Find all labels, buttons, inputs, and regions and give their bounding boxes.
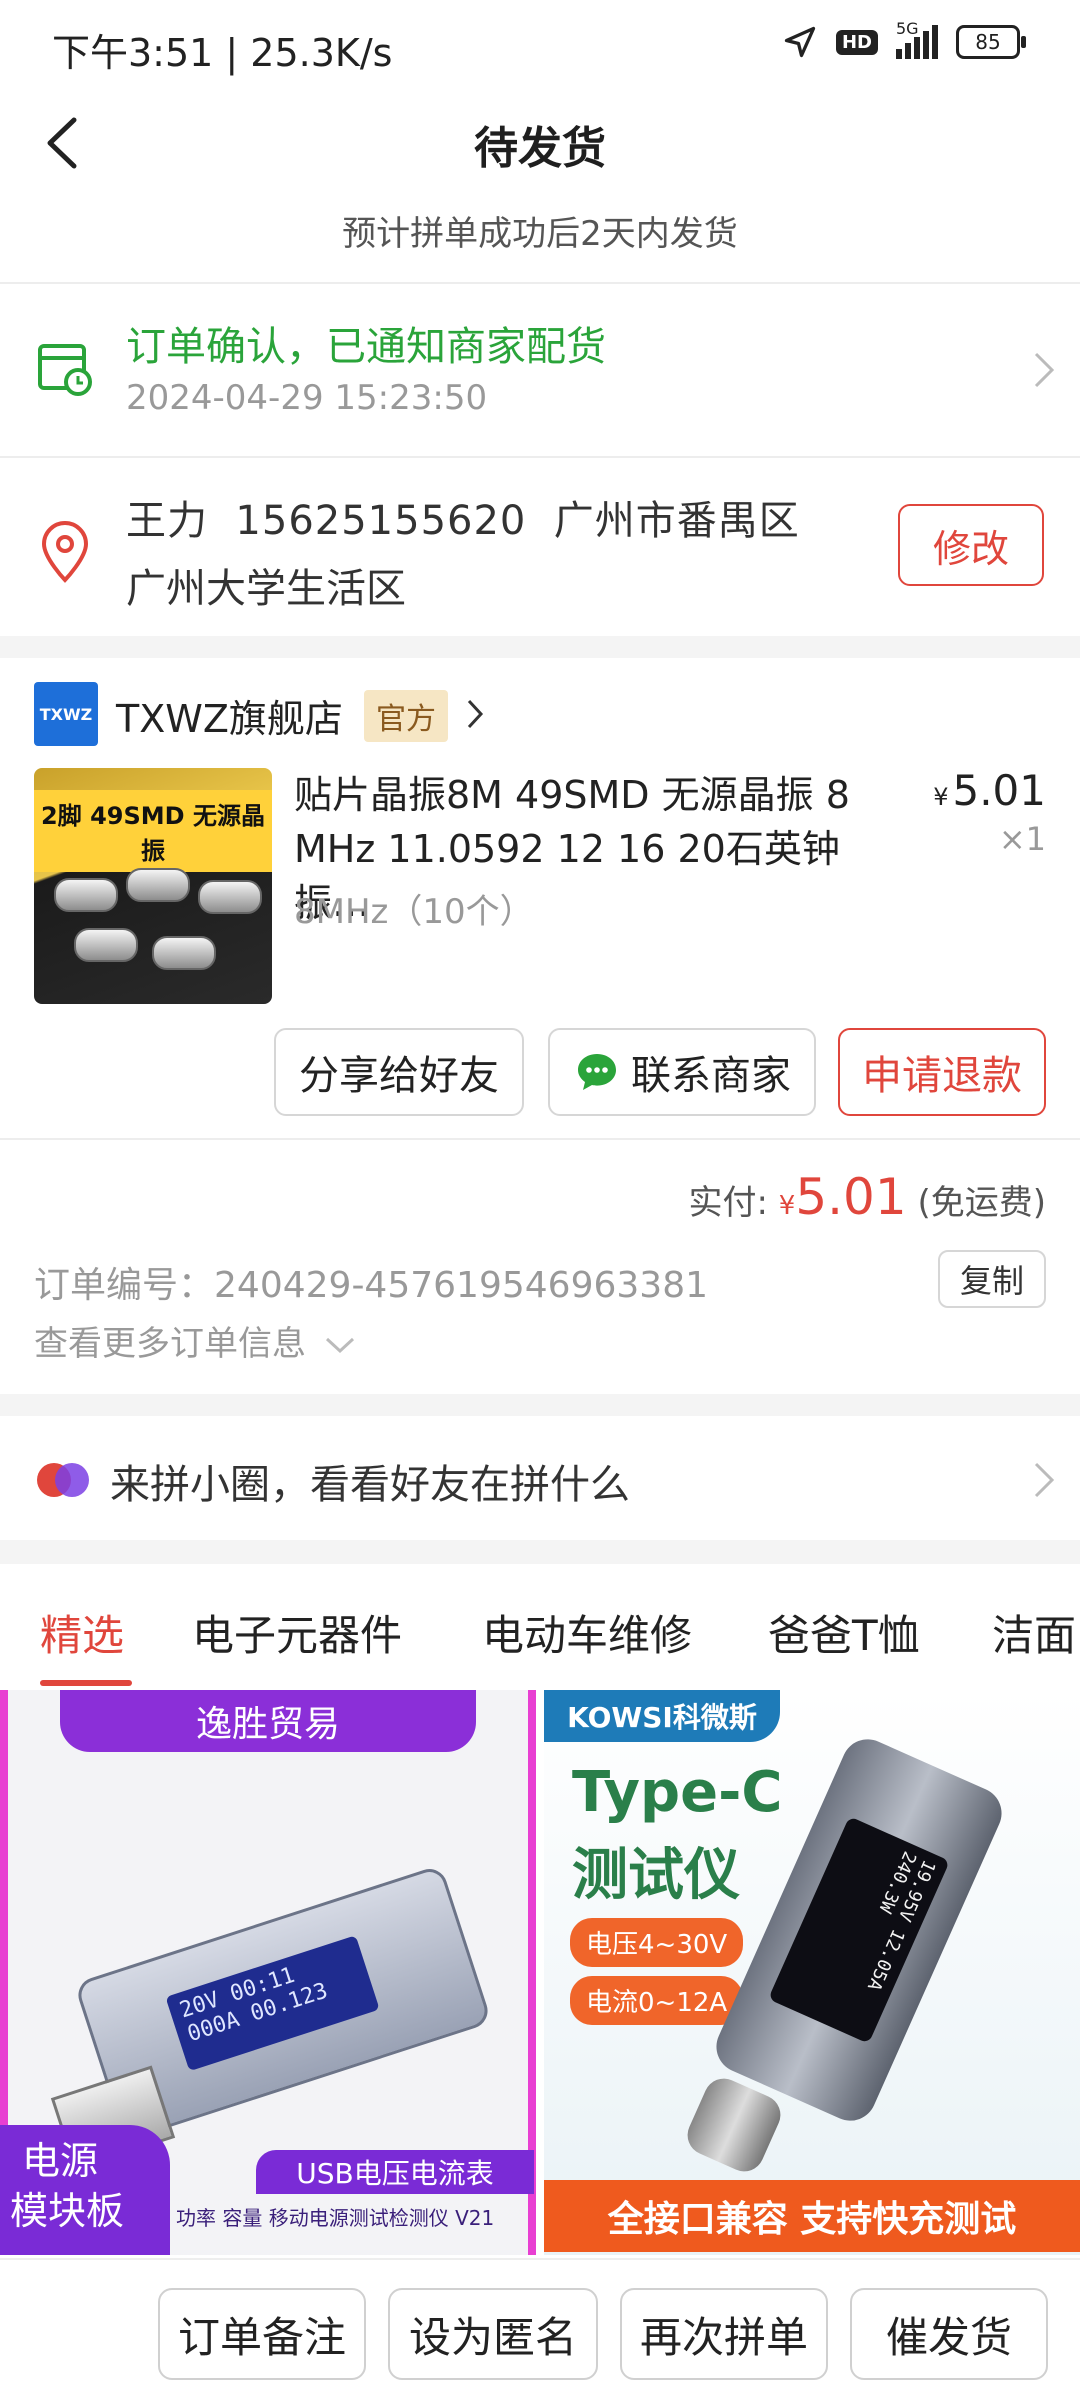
order-calendar-icon (38, 344, 92, 396)
section-gap (0, 1540, 1080, 1564)
urge-shipping-button[interactable]: 催发货 (850, 2288, 1048, 2380)
card2-headline1: Type-C (572, 1760, 783, 1825)
card2-brand: KOWSI科微斯 (544, 1690, 780, 1742)
shop-chevron-icon[interactable] (466, 698, 484, 730)
location-pin-icon (41, 521, 89, 583)
product-price: ¥5.01 (933, 766, 1046, 815)
address-line-2: 广州大学生活区 (126, 566, 406, 612)
product-spec: 8MHz（10个） (294, 892, 534, 932)
tab-electronic-components[interactable]: 电子元器件 (192, 1602, 402, 1663)
refund-button[interactable]: 申请退款 (838, 1028, 1046, 1116)
location-arrow-icon (784, 26, 816, 58)
product-quantity: ×1 (998, 820, 1046, 858)
section-gap (0, 1394, 1080, 1416)
pin-circle-text: 来拼小圈，看看好友在拼什么 (110, 1462, 630, 1508)
page-subtitle: 预计拼单成功后2天内发货 (342, 214, 738, 254)
tab-dad-tshirt[interactable]: 爸爸T恤 (768, 1602, 920, 1663)
card2-pill1: 电压4~30V (570, 1918, 744, 1967)
pin-circle-icon (37, 1463, 89, 1497)
card2-headline2: 测试仪 (572, 1843, 740, 1908)
shop-name[interactable]: TXWZ旗舰店 (116, 688, 343, 743)
status-icons: HD 5G 85 (782, 19, 1026, 60)
section-gap (0, 636, 1080, 658)
tab-featured[interactable]: 精选 (40, 1602, 124, 1663)
order-note-button[interactable]: 订单备注 (158, 2288, 366, 2380)
signal-icon: 5G (896, 19, 938, 59)
shop-logo: TXWZ (34, 682, 98, 746)
product-image[interactable]: 2脚 49SMD 无源晶振 (34, 768, 272, 1004)
feed-card-2[interactable]: KOWSI科微斯 Type-C 测试仪 电压4~30V 电流0~12A 19.9… (544, 1690, 1080, 2255)
set-anonymous-button[interactable]: 设为匿名 (388, 2288, 598, 2380)
card1-tag1: 电源 (22, 2139, 99, 2183)
tab-facial-cleanser[interactable]: 洁面 (992, 1602, 1076, 1663)
contact-merchant-button[interactable]: 联系商家 (548, 1028, 816, 1116)
order-number: 订单编号：240429-457619546963381 (34, 1265, 708, 1306)
edit-address-button[interactable]: 修改 (898, 504, 1044, 586)
card1-brand: 逸胜贸易 (60, 1690, 476, 1752)
card1-tag2: 模块板 (10, 2189, 125, 2233)
active-tab-indicator (40, 1680, 132, 1686)
status-time: 下午3:51 | 25.3K/s (52, 31, 393, 75)
official-badge: 官方 (364, 690, 448, 742)
product-image-banner: 2脚 49SMD 无源晶振 (34, 790, 272, 872)
status-bar: 下午3:51 | 25.3K/s HD 5G 85 (0, 0, 1080, 96)
chevron-right-icon (1034, 1462, 1055, 1498)
card2-pill2: 电流0~12A (570, 1976, 744, 2025)
card2-footer: 全接口兼容 支持快充测试 (544, 2180, 1080, 2252)
copy-button[interactable]: 复制 (938, 1250, 1046, 1308)
share-button[interactable]: 分享给好友 (274, 1028, 524, 1116)
order-status-time: 2024-04-29 15:23:50 (126, 378, 488, 418)
reorder-button[interactable]: 再次拼单 (620, 2288, 828, 2380)
chevron-down-icon (325, 1337, 354, 1354)
battery-icon: 85 (956, 25, 1026, 59)
more-order-info-link[interactable]: 查看更多订单信息 (34, 1316, 357, 1365)
page-title: 待发货 (474, 123, 606, 174)
card1-desc: 功率 容量 移动电源测试检测仪 V21 (176, 2206, 495, 2230)
chevron-right-icon (1034, 352, 1055, 388)
feed-card-1[interactable]: 逸胜贸易 20V 00:11 000A 00.123 电源 模块板 USB电压电… (0, 1690, 536, 2255)
divider (0, 1138, 1080, 1140)
order-status-row[interactable]: 订单确认，已通知商家配货 2024-04-29 15:23:50 (0, 284, 1080, 456)
chat-bubble-icon (578, 1054, 616, 1090)
divider (0, 456, 1080, 458)
hd-icon: HD (835, 29, 878, 55)
paid-amount: 实付: ¥5.01 (免运费) (688, 1168, 1047, 1226)
order-status-text: 订单确认，已通知商家配货 (126, 324, 606, 370)
pin-circle-row[interactable]: 来拼小圈，看看好友在拼什么 (0, 1416, 1080, 1540)
address-line-1: 王力 15625155620 广州市番禺区 (126, 498, 800, 544)
tab-ebike-repair[interactable]: 电动车维修 (482, 1602, 692, 1663)
card1-caption: USB电压电流表 (256, 2150, 534, 2194)
